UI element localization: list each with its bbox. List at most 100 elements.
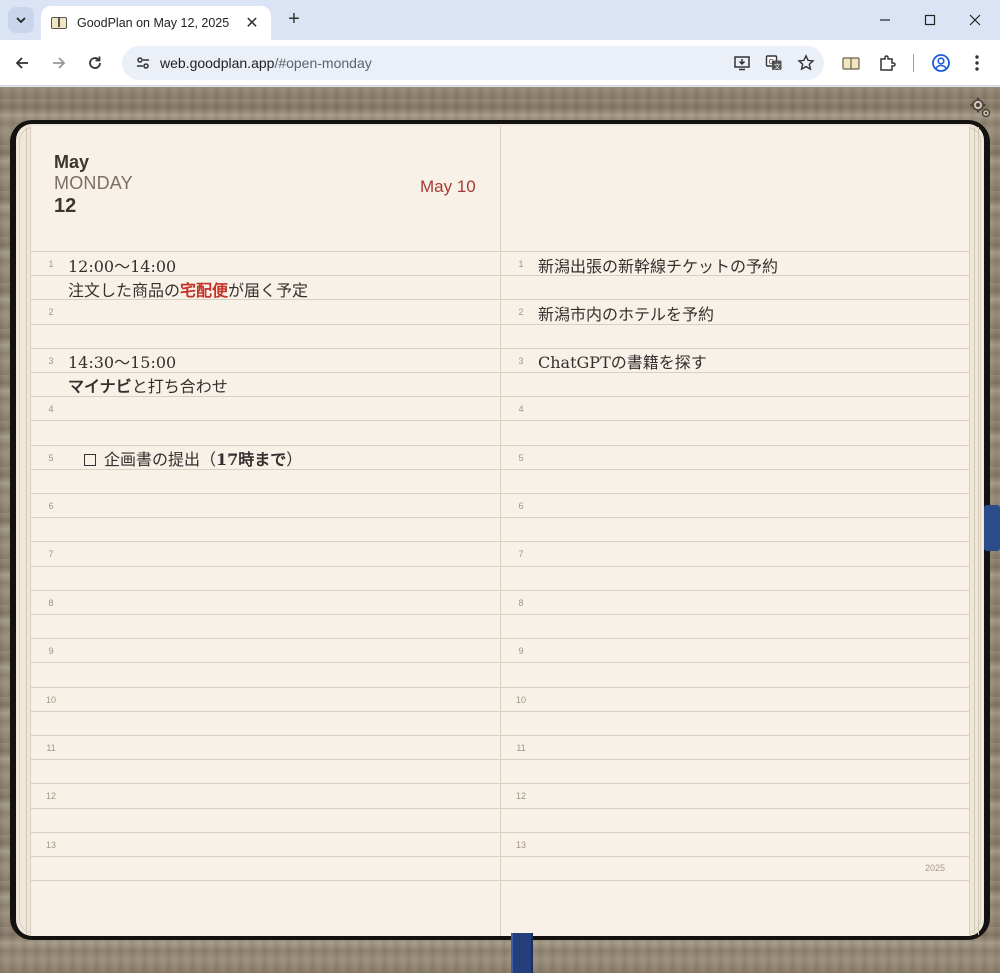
entry-text-2[interactable]: マイナビと打ち合わせ [68,373,228,397]
rule-line [501,517,969,518]
rule-line [501,662,969,663]
entry-text-1-post: が届く予定 [228,281,309,300]
rule-line [31,638,500,639]
browser-menu-icon[interactable] [964,50,990,76]
line-number-left: 1 [48,259,54,269]
line-number-right: 2 [518,307,524,317]
rule-line [501,856,969,857]
rule-line [501,638,969,639]
day-number: 12 [54,195,77,217]
reload-icon [89,56,101,69]
spine-divider [500,126,501,936]
rule-line [31,711,500,712]
tab-title: GoodPlan on May 12, 2025 [77,16,230,30]
right-entry-2[interactable]: 新潟市内のホテルを予約 [538,301,714,325]
rule-line [31,735,500,736]
svg-text:文: 文 [774,62,781,71]
page-edge [978,127,979,935]
entry-time-2[interactable]: 14:30〜15:00 [68,349,176,373]
page-edge [26,127,27,935]
extensions-icon[interactable] [874,50,900,76]
address-bar[interactable]: web.goodplan.app/#open-monday G文 [122,46,824,80]
rule-line [31,832,500,833]
rule-line [501,251,969,252]
rule-line [501,735,969,736]
maximize-button[interactable] [907,6,953,34]
rule-line [501,783,969,784]
entry-time-1[interactable]: 12:00〜14:00 [68,253,176,277]
line-number-right: 9 [518,646,524,656]
line-number-right: 3 [518,356,524,366]
rule-line [31,493,500,494]
entry-text-2-post: と打ち合わせ [131,377,228,396]
line-number-left: 5 [48,453,54,463]
line-number-left: 2 [48,307,54,317]
weekday-label: MONDAY [54,173,133,193]
new-tab-button[interactable]: + [283,8,305,30]
line-number-left: 4 [48,404,54,414]
rule-line [31,759,500,760]
browser-tab-active[interactable]: GoodPlan on May 12, 2025 ✕ [41,6,271,40]
bookmark-star-icon[interactable] [792,49,820,77]
line-number-right: 7 [518,549,524,559]
url-text[interactable]: web.goodplan.app/#open-monday [160,55,728,71]
site-info-icon[interactable] [132,52,154,74]
line-number-left: 13 [45,840,56,850]
checkbox[interactable] [84,454,96,466]
entry-text-1[interactable]: 注文した商品の宅配便が届く予定 [68,277,308,301]
entry-highlight: 宅配便 [180,281,229,300]
arrow-right-icon [53,57,66,69]
tab-search-button[interactable] [8,7,34,33]
install-app-icon[interactable] [728,49,756,77]
minimize-icon [880,19,890,21]
line-number-left: 3 [48,356,54,366]
rule-line [501,880,969,881]
entry-text-1-pre: 注文した商品の [68,281,181,300]
line-number-left: 9 [48,646,54,656]
close-window-button[interactable] [952,6,998,34]
task-item[interactable]: 企画書の提出（17時まで） [84,446,302,470]
rule-line [501,808,969,809]
year-footer: 2025 [925,863,946,873]
bookmark-ribbon[interactable] [511,933,533,973]
rule-line [501,445,969,446]
url-host: web.goodplan.app [160,55,275,71]
settings-gear-icon[interactable] [969,96,993,120]
right-entry-3[interactable]: ChatGPTの書籍を探す [538,349,707,373]
reading-list-icon[interactable] [838,50,864,76]
back-button[interactable] [9,50,35,76]
line-number-right: 6 [518,501,524,511]
profile-icon[interactable] [928,50,954,76]
header-date-link[interactable]: May 10 [420,177,476,197]
right-entry-1[interactable]: 新潟出張の新幹線チケットの予約 [538,253,778,277]
rule-line [501,687,969,688]
line-number-left: 8 [48,598,54,608]
line-number-right: 13 [515,840,526,850]
line-number-left: 10 [45,695,56,705]
rule-line [501,396,969,397]
line-number-right: 4 [518,404,524,414]
rule-line [31,590,500,591]
rule-line [501,566,969,567]
bookmark-ribbon-side[interactable] [984,505,1000,551]
tab-strip: GoodPlan on May 12, 2025 ✕ + [0,0,1000,40]
month-label: May [54,152,90,172]
rule-line [31,687,500,688]
line-number-right: 10 [515,695,526,705]
minimize-button[interactable] [862,6,908,34]
browser-toolbar: web.goodplan.app/#open-monday G文 [0,40,1000,86]
close-tab-icon[interactable]: ✕ [243,13,261,33]
page-edge [974,127,975,935]
task-text-post: ） [286,450,303,469]
rule-line [31,541,500,542]
rule-line [31,880,500,881]
forward-button[interactable] [46,50,72,76]
translate-icon[interactable]: G文 [760,49,788,77]
entry-text-2-bold: マイナビ [68,377,132,396]
chevron-down-icon [16,17,26,24]
line-number-right: 11 [516,743,526,753]
line-number-left: 6 [48,501,54,511]
line-number-left: 7 [48,549,54,559]
reload-button[interactable] [82,50,108,76]
toolbar-divider [913,54,914,72]
